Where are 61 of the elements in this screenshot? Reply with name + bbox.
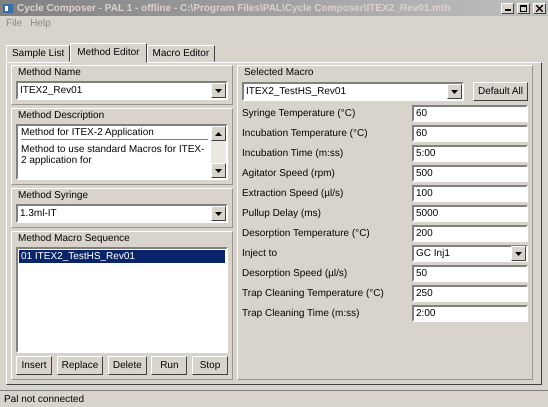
syringe-select[interactable]: 1.3ml-IT (16, 204, 228, 223)
up-arrow-icon (215, 132, 222, 136)
tab[interactable]: Sample List (6, 45, 70, 62)
parameter-label: Pullup Delay (ms) (242, 208, 321, 219)
method-name-select[interactable]: ITEX2_Rev01 (16, 81, 228, 100)
tab[interactable]: Macro Editor (146, 45, 216, 62)
status-text: Pal not connected (4, 394, 84, 404)
parameter-field[interactable]: 5000 (412, 205, 528, 222)
parameter-label: Incubation Time (m:ss) (242, 148, 344, 159)
parameter-label: Trap Cleaning Temperature (°C) (242, 288, 384, 299)
parameter-field[interactable]: 500 (412, 165, 528, 182)
dropdown-button[interactable] (447, 84, 462, 99)
parameter-select[interactable]: GC Inj1 (412, 245, 528, 262)
sequence-button[interactable]: Replace (56, 356, 104, 375)
sequence-button[interactable]: Stop (192, 356, 228, 375)
dropdown-button[interactable] (511, 246, 526, 261)
down-arrow-icon (215, 212, 222, 216)
parameter-field[interactable]: 60 (412, 125, 528, 142)
dropdown-button[interactable] (211, 83, 226, 98)
parameter-label: Desorption Temperature (°C) (242, 228, 370, 239)
down-arrow-icon (451, 90, 458, 94)
group-label: Selected Macro (243, 67, 314, 78)
description-title: Method for ITEX-2 Application (21, 127, 208, 140)
parameter-field[interactable]: 200 (412, 225, 528, 242)
group-label: Method Syringe (17, 190, 90, 201)
down-arrow-icon (215, 88, 222, 92)
parameter-field[interactable]: 250 (412, 285, 528, 302)
parameter-label: Agitator Speed (rpm) (242, 168, 335, 179)
parameter-label: Syringe Temperature (°C) (242, 108, 356, 119)
parameter-field[interactable]: 2:00 (412, 305, 528, 322)
parameter-field[interactable]: 100 (412, 185, 528, 202)
app-icon (2, 2, 14, 14)
description-field[interactable]: Method for ITEX-2 Application Method to use standard Macros for ITEX-2 application for (16, 124, 228, 180)
sequence-button[interactable]: Run (151, 356, 188, 375)
dropdown-button[interactable] (211, 206, 226, 221)
parameter-label: Inject to (242, 248, 278, 259)
group-label: Method Name (17, 67, 82, 78)
parameter-label: Extraction Speed (µl/s) (242, 188, 344, 199)
down-arrow-icon (515, 252, 522, 256)
list-item[interactable]: 01 ITEX2_TestHS_Rev01 (19, 250, 225, 263)
sequence-button[interactable]: Insert (16, 356, 52, 375)
maximize-icon (520, 4, 527, 12)
scrollbar[interactable] (211, 126, 226, 178)
parameter-label: Incubation Temperature (°C) (242, 128, 368, 139)
parameter-label: Trap Cleaning Time (m:ss) (242, 308, 360, 319)
group-label: Method Description (17, 110, 106, 121)
minimize-button[interactable] (501, 2, 514, 14)
description-text: Method to use standard Macros for ITEX-2 application for (21, 144, 206, 166)
sequence-button[interactable]: Delete (108, 356, 147, 375)
tab[interactable]: Method Editor (70, 43, 147, 63)
group-label: Method Macro Sequence (17, 233, 131, 244)
parameter-field[interactable]: 5:00 (412, 145, 528, 162)
parameter-label: Desorption Speed (µl/s) (242, 268, 348, 279)
macro-select[interactable]: ITEX2_TestHS_Rev01 (242, 82, 464, 101)
close-button[interactable] (533, 2, 546, 14)
down-arrow-icon (215, 168, 222, 172)
parameter-field[interactable]: 60 (412, 105, 528, 122)
close-icon (536, 4, 543, 12)
parameter-field[interactable]: 50 (412, 265, 528, 282)
default-all-button[interactable]: Default All (472, 82, 528, 101)
maximize-button[interactable] (517, 2, 530, 14)
